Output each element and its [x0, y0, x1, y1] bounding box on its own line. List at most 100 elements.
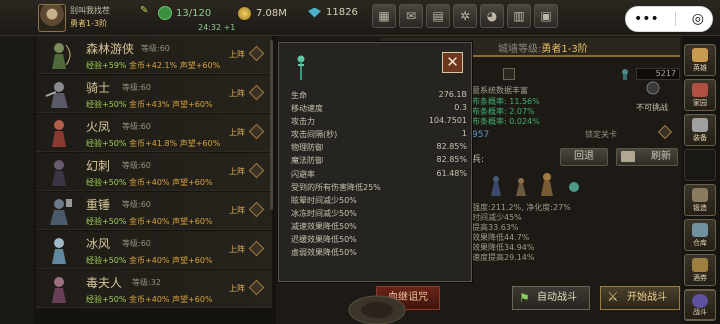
hero-detail-icon[interactable] — [248, 84, 265, 101]
hero-name: 冰风 — [86, 237, 111, 251]
warehouse-icon — [692, 223, 708, 237]
nav-heroes[interactable]: 英雄 — [684, 44, 716, 76]
coin-icon — [238, 7, 251, 20]
hero-row[interactable]: 冰风 等级:60 经验+50% 金币+40% 声望+60% 上阵 — [36, 231, 272, 269]
tavern-icon — [692, 258, 708, 272]
attribute-row: 虚弱效果降低50% — [291, 248, 357, 258]
hero-bonuses: 经验+50% 金币+41.8% 声望+60% — [86, 139, 221, 148]
deploy-status: 上阵 — [229, 245, 245, 254]
attribute-row: 攻击力 104.7501 — [291, 116, 467, 127]
hero-row[interactable]: 森林游侠 等级:60 经验+59% 金币+42.1% 声望+60% 上阵 — [36, 36, 272, 74]
start-battle-button[interactable]: ⚔ 开始战斗 — [600, 286, 680, 310]
stamina-display: 13/120 — [158, 6, 211, 20]
attribute-row: 魔法防御 82.85% — [291, 155, 467, 166]
enemy-sprite — [541, 173, 553, 196]
home-icon — [692, 83, 708, 97]
hero-detail-icon[interactable] — [248, 201, 265, 218]
enemy-stat-line: 速度提高29.14% — [472, 253, 535, 262]
hero-row[interactable]: 骑士 等级:60 经验+50% 金币+43% 声望+60% 上阵 — [36, 75, 272, 113]
city-wall-level: 城墙等级:勇者1-3阶 — [498, 44, 588, 55]
player-name: 别叫我找茬 — [70, 6, 110, 15]
attribute-list: 生命 276.1B 移动速度 0.3 攻击力 104.7501 攻击间隔(秒) 1 物理… — [291, 90, 467, 260]
hero-name: 森林游侠 — [86, 42, 135, 56]
stamina-value: 13/120 — [176, 7, 212, 19]
attribute-row: 闪避率 61.48% — [291, 168, 467, 179]
nav-home[interactable]: 家园 — [684, 79, 716, 111]
gold-display: 7.08M — [238, 7, 287, 20]
hero-detail-icon[interactable] — [248, 123, 265, 140]
hero-bonuses: 经验+50% 金币+40% 声望+60% — [86, 295, 213, 304]
gem-icon — [308, 7, 321, 18]
hero-portrait — [52, 238, 66, 264]
hero-icon — [692, 48, 708, 62]
more-menu-icon[interactable]: ••• — [634, 11, 659, 27]
nav-battle[interactable]: 战斗 — [684, 290, 716, 320]
crossed-swords-icon: ⚔ — [607, 290, 619, 305]
hero-list: 森林游侠 等级:60 经验+59% 金币+42.1% 声望+60% 上阵 骑士 … — [36, 36, 272, 324]
deploy-status: 上阵 — [229, 50, 245, 59]
hero-detail-icon[interactable] — [248, 162, 265, 179]
close-button[interactable]: ✕ — [442, 52, 463, 73]
drop-rate-line: 布条概率: 0.024% — [472, 117, 540, 126]
gift-icon[interactable]: ▤ — [426, 4, 450, 28]
info-icon[interactable] — [503, 68, 515, 80]
item-detail-modal: ✕ 生命 276.1B 移动速度 0.3 攻击力 104.7501 攻击间隔(秒) 1 … — [278, 42, 472, 282]
attribute-row: 冰冻时间减少50% — [291, 208, 357, 218]
nav-warehouse[interactable]: 仓库 — [684, 219, 716, 251]
hero-bonuses: 经验+50% 金币+43% 声望+60% — [86, 100, 213, 109]
hero-level: 等级:60 — [122, 161, 151, 170]
enemy-sprite — [569, 182, 579, 192]
monster-icon — [620, 68, 630, 80]
hero-bonuses: 经验+59% 金币+42.1% 声望+60% — [86, 61, 221, 70]
nav-equipment[interactable]: 装备 — [684, 114, 716, 146]
hero-portrait — [50, 199, 72, 225]
equipment-icon — [692, 118, 708, 132]
hero-bonuses: 经验+50% 金币+40% 声望+60% — [86, 256, 213, 265]
close-target-icon[interactable]: ◎ — [692, 11, 704, 27]
hero-portrait — [45, 82, 68, 108]
hero-row[interactable]: 重锤 等级:60 经验+50% 金币+40% 声望+60% 上阵 — [36, 192, 272, 230]
attribute-row: 生命 276.1B — [291, 90, 467, 100]
calendar-icon[interactable]: ▥ — [507, 4, 531, 28]
player-avatar[interactable] — [38, 4, 66, 32]
hero-row[interactable]: 火凤 等级:60 经验+50% 金币+41.8% 声望+60% 上阵 — [36, 114, 272, 152]
hero-row[interactable]: 毒夫人 等级:32 经验+50% 金币+40% 声望+60% 上阵 — [36, 270, 272, 308]
hero-level: 等级:60 — [141, 44, 170, 53]
mini-program-capsule: ••• ◎ — [625, 6, 713, 32]
section-label: 兵: — [472, 155, 485, 165]
settings-icon[interactable]: ✲ — [453, 4, 477, 28]
enemy-sprite — [491, 176, 501, 196]
hero-name: 重锤 — [86, 198, 111, 212]
hero-list-scrollbar[interactable] — [270, 40, 273, 210]
hero-bonuses: 经验+50% 金币+40% 声望+60% — [86, 217, 213, 226]
hero-level: 等级:60 — [122, 122, 151, 131]
treasure-icon[interactable]: ▣ — [534, 4, 558, 28]
hero-level: 等级:60 — [122, 239, 151, 248]
hero-name: 骑士 — [86, 81, 111, 95]
deploy-status: 上阵 — [229, 167, 245, 176]
deploy-status: 上阵 — [229, 206, 245, 215]
gold-value: 7.08M — [256, 8, 287, 19]
retreat-button[interactable]: 回退 — [560, 148, 608, 166]
mail-icon[interactable]: ✉ — [399, 4, 423, 28]
attribute-row: 迟缓效果降低50% — [291, 235, 357, 245]
gem-display: 11826 — [308, 7, 358, 18]
attribute-row: 移动速度 0.3 — [291, 103, 467, 114]
attribute-row: 物理防御 82.85% — [291, 142, 467, 153]
attribute-row: 攻击间隔(秒) 1 — [291, 129, 467, 140]
color-icon[interactable]: ◕ — [480, 4, 504, 28]
shop-icon[interactable]: ▦ — [372, 4, 396, 28]
hero-detail-icon[interactable] — [248, 240, 265, 257]
auto-battle-button[interactable]: ⚑ 自动战斗 — [512, 286, 590, 310]
nav-tavern[interactable]: 酒券 — [684, 254, 716, 286]
edit-icon[interactable]: ✎ — [140, 5, 151, 16]
gem-value: 11826 — [326, 7, 358, 18]
hero-row[interactable]: 幻刺 等级:60 经验+50% 金币+40% 声望+60% 上阵 — [36, 153, 272, 191]
nav-spacer — [684, 149, 716, 181]
refresh-button[interactable]: 刷新 — [616, 148, 678, 166]
staff-item-icon — [297, 55, 305, 80]
hero-detail-icon[interactable] — [248, 45, 265, 62]
battle-portal-icon — [692, 294, 708, 308]
nav-forge[interactable]: 锻造 — [684, 184, 716, 216]
hero-detail-icon[interactable] — [248, 279, 265, 296]
